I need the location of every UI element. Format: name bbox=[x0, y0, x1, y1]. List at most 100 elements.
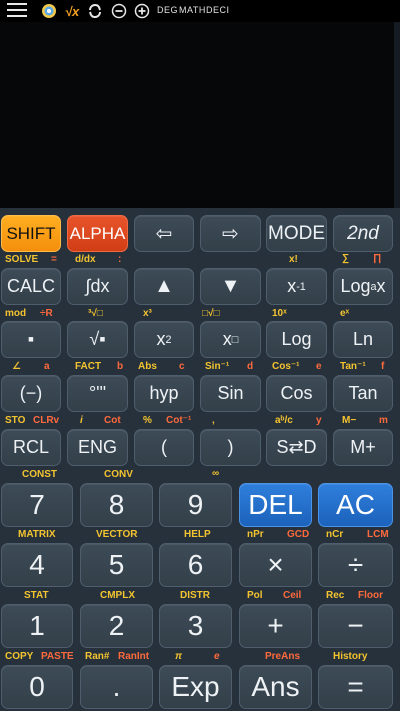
divide-key[interactable]: ÷ bbox=[318, 543, 393, 587]
square-exp: 2 bbox=[165, 333, 172, 346]
digit-5-key[interactable]: 5 bbox=[80, 543, 153, 587]
label-clrv: CLRv bbox=[33, 415, 60, 426]
square-key[interactable]: x2 bbox=[134, 321, 194, 358]
multiply-key[interactable]: × bbox=[239, 543, 312, 587]
plus-key[interactable]: + bbox=[239, 604, 312, 648]
equals-key[interactable]: = bbox=[318, 665, 393, 709]
label-c: c bbox=[179, 361, 185, 372]
angle-mode[interactable]: DEG bbox=[157, 5, 178, 15]
label-ten-x: 10ˣ bbox=[272, 308, 287, 319]
label-xroot: □√□ bbox=[202, 308, 220, 319]
m-plus-key[interactable]: M+ bbox=[333, 429, 393, 466]
label-e-x: eˣ bbox=[340, 308, 350, 319]
label-paste: PASTE bbox=[41, 651, 74, 662]
exp-key[interactable]: Exp bbox=[159, 665, 232, 709]
integral-key[interactable]: ∫dx bbox=[67, 268, 128, 305]
alpha-key[interactable]: ALPHA bbox=[67, 215, 128, 252]
label-sto: STO bbox=[5, 415, 26, 426]
right-paren-key[interactable]: ) bbox=[200, 429, 261, 466]
log-key[interactable]: Log bbox=[266, 321, 327, 358]
label-matrix: MATRIX bbox=[18, 529, 56, 540]
label-a: a bbox=[44, 361, 50, 372]
label-angle: ∠ bbox=[12, 361, 21, 372]
calc-key[interactable]: CALC bbox=[1, 268, 61, 305]
reciprocal-key[interactable]: x -1 bbox=[266, 268, 327, 305]
digit-8-key[interactable]: 8 bbox=[80, 483, 153, 527]
ln-key[interactable]: Ln bbox=[333, 321, 393, 358]
label-infinity: ∞ bbox=[212, 468, 220, 479]
mode-key[interactable]: MODE bbox=[266, 215, 327, 252]
label-e: e bbox=[316, 361, 322, 372]
left-paren-key[interactable]: ( bbox=[134, 429, 194, 466]
cursor-up-key[interactable]: ▲ bbox=[134, 268, 194, 305]
number-mode[interactable]: DECI bbox=[206, 5, 230, 15]
cursor-down-key[interactable]: ▼ bbox=[200, 268, 261, 305]
dms-key[interactable]: °'" bbox=[67, 375, 128, 412]
minus-key[interactable]: − bbox=[318, 604, 393, 648]
label-ceil: Ceil bbox=[283, 590, 302, 601]
sin-key[interactable]: Sin bbox=[200, 375, 261, 412]
label-preans: PreAns bbox=[265, 651, 301, 662]
label-colon: : bbox=[118, 254, 122, 265]
label-cot: Cot bbox=[104, 415, 121, 426]
log-base-key[interactable]: Log a x bbox=[333, 268, 393, 305]
label-pi: π bbox=[175, 651, 183, 662]
label-mod: mod bbox=[5, 308, 27, 319]
label-percent: % bbox=[143, 415, 152, 426]
digit-6-key[interactable]: 6 bbox=[159, 543, 232, 587]
ans-key[interactable]: Ans bbox=[239, 665, 312, 709]
label-lcm: LCM bbox=[367, 529, 389, 540]
digit-2-key[interactable]: 2 bbox=[80, 604, 153, 648]
eng-key[interactable]: ENG bbox=[67, 429, 128, 466]
power-key[interactable]: x □ bbox=[200, 321, 261, 358]
input-mode[interactable]: MATH bbox=[179, 5, 206, 15]
negative-key[interactable]: (−) bbox=[1, 375, 61, 412]
reciprocal-exp: -1 bbox=[296, 280, 306, 293]
label-conv: CONV bbox=[104, 469, 133, 480]
sqrt-key[interactable]: √▪ bbox=[67, 321, 128, 358]
tan-key[interactable]: Tan bbox=[333, 375, 393, 412]
s-to-d-key[interactable]: S⇄D bbox=[266, 429, 327, 466]
digit-1-key[interactable]: 1 bbox=[1, 604, 73, 648]
sqrt-x-icon[interactable]: √x bbox=[62, 2, 82, 20]
label-i: i bbox=[80, 415, 83, 426]
label-distr: DISTR bbox=[180, 590, 210, 601]
label-history: History bbox=[333, 651, 368, 662]
label-fact: FACT bbox=[75, 361, 102, 372]
cos-key[interactable]: Cos bbox=[266, 375, 327, 412]
logab-log: Log bbox=[340, 276, 371, 296]
label-stat: STAT bbox=[24, 590, 49, 601]
minus-circle-icon[interactable] bbox=[110, 2, 128, 20]
menu-icon[interactable] bbox=[7, 3, 27, 19]
digit-3-key[interactable]: 3 bbox=[159, 604, 232, 648]
second-key[interactable]: 2nd bbox=[333, 215, 393, 252]
palette-icon[interactable] bbox=[40, 2, 58, 20]
label-copy: COPY bbox=[5, 651, 34, 662]
rcl-key[interactable]: RCL bbox=[1, 429, 61, 466]
label-xfact: x! bbox=[289, 254, 298, 265]
label-sigma: ∑ bbox=[342, 253, 350, 264]
label-gcd: GCD bbox=[287, 529, 310, 540]
digit-9-key[interactable]: 9 bbox=[159, 483, 232, 527]
cursor-left-key[interactable]: ⇦ bbox=[134, 215, 194, 252]
delete-key[interactable]: DEL bbox=[239, 483, 312, 527]
label-x-cubed: x³ bbox=[143, 308, 152, 319]
shift-key[interactable]: SHIFT bbox=[1, 215, 61, 252]
decimal-point-key[interactable]: . bbox=[80, 665, 153, 709]
label-f: f bbox=[381, 361, 385, 372]
reciprocal-base: x bbox=[287, 276, 297, 296]
label-product: ∏ bbox=[373, 253, 382, 264]
top-toolbar: √x DEG MATH DECI bbox=[0, 0, 400, 22]
digit-7-key[interactable]: 7 bbox=[1, 483, 73, 527]
convert-icon[interactable] bbox=[86, 2, 104, 20]
cursor-right-key[interactable]: ⇨ bbox=[200, 215, 261, 252]
digit-4-key[interactable]: 4 bbox=[1, 543, 73, 587]
power-base: x bbox=[222, 329, 232, 349]
calculator-display[interactable] bbox=[0, 22, 400, 208]
plus-circle-icon[interactable] bbox=[133, 2, 151, 20]
fraction-key[interactable]: ▪ bbox=[1, 321, 61, 358]
hyp-key[interactable]: hyp bbox=[134, 375, 194, 412]
digit-0-key[interactable]: 0 bbox=[1, 665, 73, 709]
all-clear-key[interactable]: AC bbox=[318, 483, 393, 527]
square-base: x bbox=[156, 329, 166, 349]
